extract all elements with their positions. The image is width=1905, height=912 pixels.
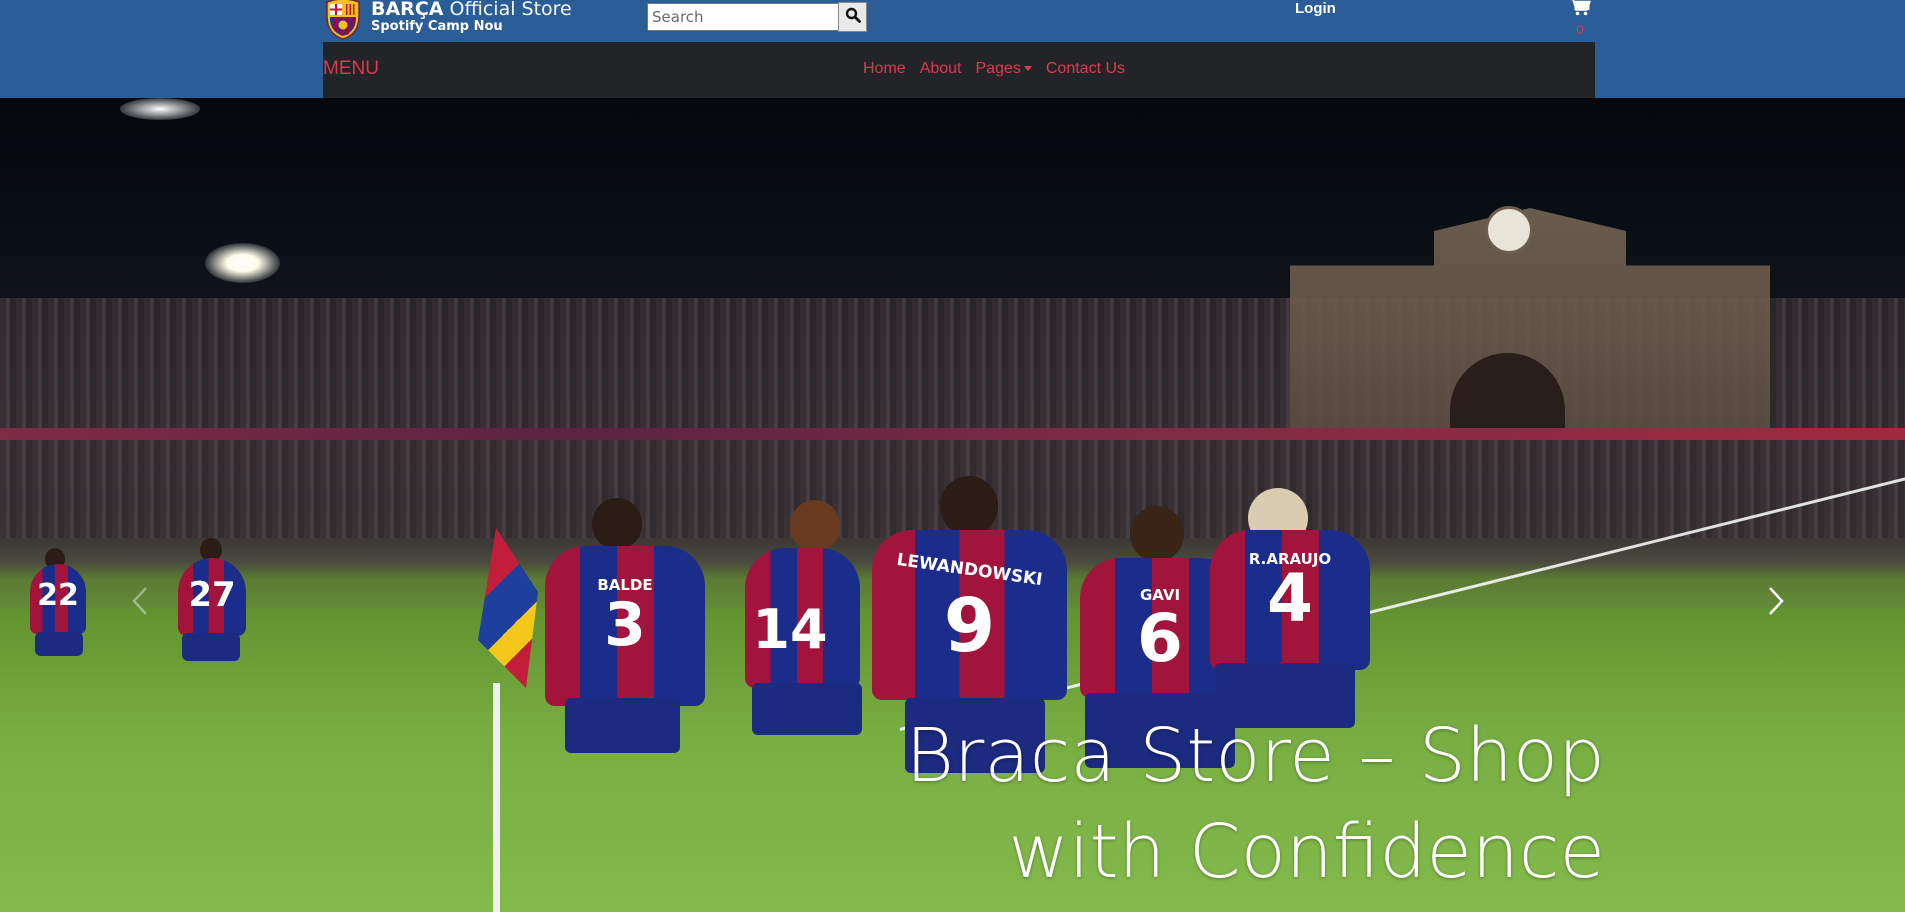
cart-button[interactable]: 0 [1568,0,1592,37]
login-link[interactable]: Login [1295,0,1336,17]
hero-caption-line2: with Confidence [1008,809,1605,895]
cart-count-badge: 0 [1576,22,1584,37]
jersey-number: 4 [1267,560,1313,637]
header: BARÇA Official Store Spotify Camp Nou Lo… [323,0,1595,42]
jersey-number: 27 [188,575,236,615]
nav-about-link[interactable]: About [920,60,962,78]
nav-home-link[interactable]: Home [863,60,906,78]
nav-pages-dropdown[interactable]: Pages [976,60,1032,78]
club-crest-logo [323,0,363,40]
search-form [647,2,867,32]
jersey-number: 3 [604,590,646,660]
chevron-right-icon [1766,587,1786,620]
hero-carousel: 22 27 BALDE 3 14 LEWANDOWSKI 9 GAVI 6 R.… [0,98,1905,912]
brand-subtitle: Spotify Camp Nou [371,19,503,35]
nav-contact-link[interactable]: Contact Us [1046,60,1125,78]
hero-caption: Braca Store – Shop with Confidence [845,708,1605,900]
jersey-number: 9 [943,583,996,669]
brand-name: BARÇA [371,0,444,21]
brand-suffix: Official Store [449,0,572,21]
jersey-number: 22 [37,578,79,613]
caret-down-icon [1023,66,1032,72]
search-button[interactable] [838,2,867,32]
carousel-prev-button[interactable] [130,586,150,616]
cart-icon [1569,0,1591,20]
hero-caption-line1: Braca Store – Shop [905,713,1605,799]
search-input[interactable] [647,3,839,31]
jersey-number: 14 [752,598,828,661]
nav-links: Home About Pages Contact Us [863,60,1125,78]
main-navbar: MENU Home About Pages Contact Us [323,42,1595,98]
carousel-next-button[interactable] [1766,586,1786,616]
chevron-left-icon [130,587,150,620]
menu-toggle[interactable]: MENU [323,58,379,80]
nav-pages-label: Pages [975,60,1021,77]
brand-logo-link[interactable]: BARÇA Official Store Spotify Camp Nou [323,0,572,40]
search-icon [845,7,861,27]
